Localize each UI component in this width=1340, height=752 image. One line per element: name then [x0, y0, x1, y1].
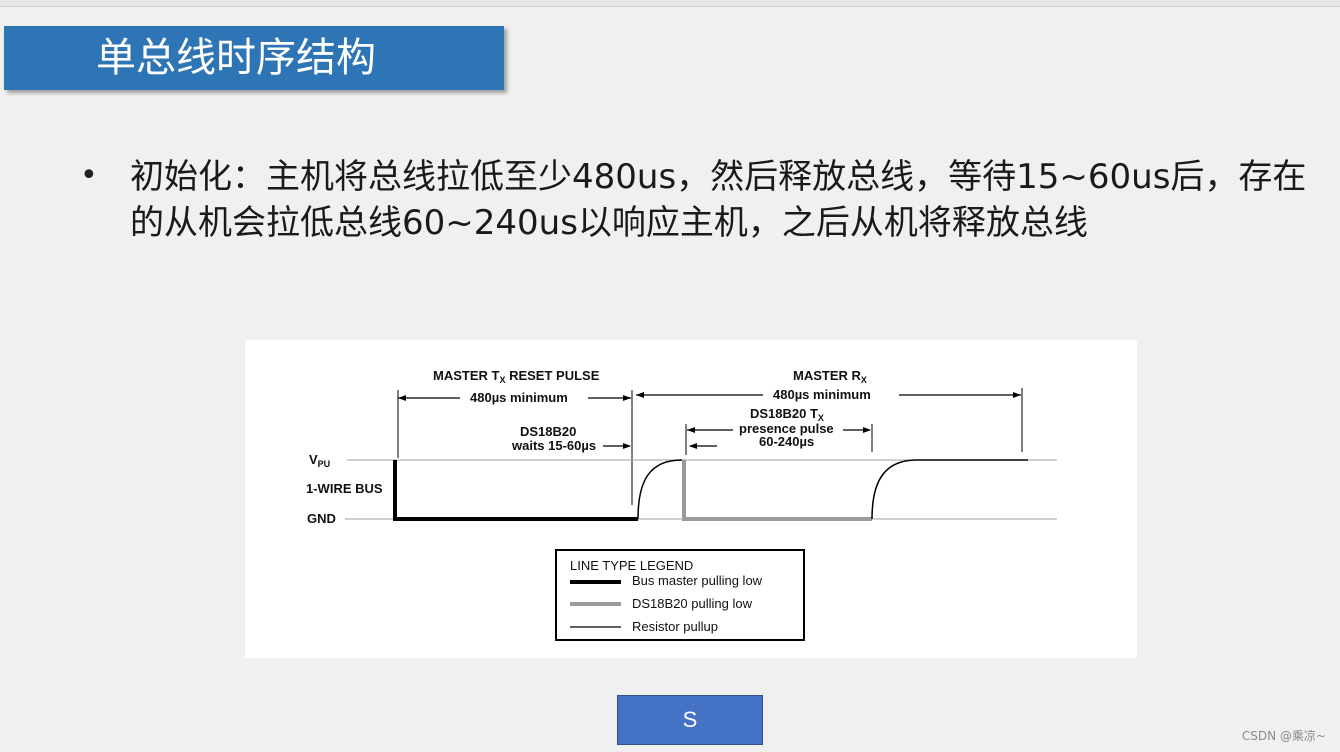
master-rx-min-label: 480µs minimum [773, 387, 871, 402]
rx-dim-arrow-left [636, 392, 644, 398]
bullet-dot: • [80, 158, 98, 193]
gnd-label: GND [307, 511, 336, 526]
ds-wait-arrow [623, 443, 631, 449]
watermark: CSDN @乘凉~ [1241, 729, 1326, 743]
ds-wait-label-2: waits 15-60µs [511, 438, 596, 453]
master-rx-label: MASTER RX [793, 368, 867, 385]
tx-dim-arrow-left [398, 395, 406, 401]
s-button[interactable]: S [617, 695, 763, 745]
timing-diagram-svg: MASTER TX RESET PULSE MASTER RX 480µs mi… [306, 368, 1057, 641]
slave-pull-low [682, 460, 872, 521]
timing-diagram: MASTER TX RESET PULSE MASTER RX 480µs mi… [245, 340, 1137, 658]
presence-dim-arrow-right [863, 427, 871, 433]
bus-label: 1-WIRE BUS [306, 481, 383, 496]
legend-item-slave: DS18B20 pulling low [632, 596, 753, 611]
pullup-curve-2 [871, 459, 1028, 520]
presence-wait-arrow [689, 443, 697, 449]
bullet-text: 初始化：主机将总线拉低至少480us，然后释放总线，等待15~60us后，存在的… [130, 157, 1307, 243]
master-pull-low [393, 460, 638, 521]
legend-title: LINE TYPE LEGEND [570, 558, 693, 573]
ds-wait-label-1: DS18B20 [520, 424, 576, 439]
title-bar: 单总线时序结构 [4, 26, 504, 90]
legend-item-master: Bus master pulling low [632, 573, 763, 588]
rx-dim-arrow-right [1013, 392, 1021, 398]
presence-label-2: 60-240µs [759, 434, 814, 449]
top-rule [0, 0, 1340, 7]
tx-dim-arrow-right [623, 395, 631, 401]
master-tx-min-label: 480µs minimum [470, 390, 568, 405]
slide-title: 单总线时序结构 [96, 35, 376, 81]
pullup-curve-1 [637, 459, 683, 520]
master-tx-label: MASTER TX RESET PULSE [433, 368, 600, 385]
presence-dim-arrow-left [687, 427, 695, 433]
legend-item-pullup: Resistor pullup [632, 619, 718, 634]
vpu-label: VPU [309, 452, 330, 469]
